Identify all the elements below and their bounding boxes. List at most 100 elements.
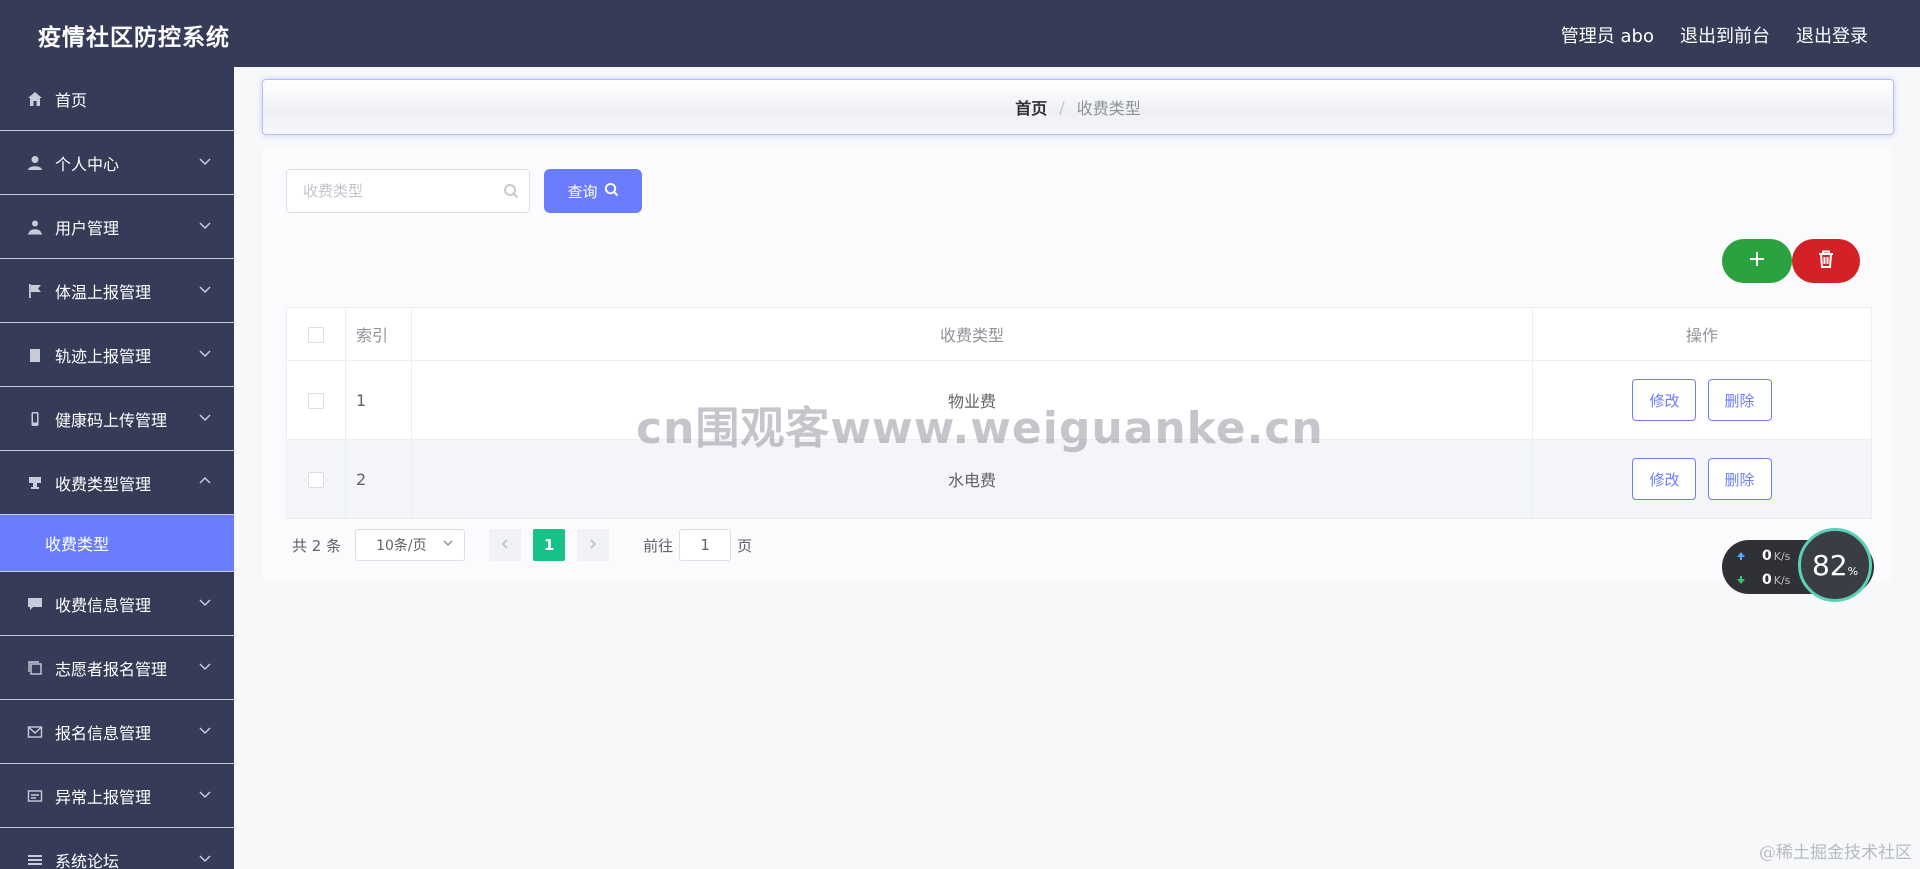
sidebar-item-volunteer[interactable]: 志愿者报名管理 xyxy=(0,636,234,700)
select-all-checkbox[interactable] xyxy=(308,327,324,343)
gauge-unit: % xyxy=(1847,564,1859,578)
sidebar: 首页 个人中心 用户管理 体温上报管理 轨迹上报管理 健康码上传管理 收费类型管… xyxy=(0,67,234,869)
sidebar-item-registration-info[interactable]: 报名信息管理 xyxy=(0,700,234,764)
chevron-down-icon xyxy=(198,594,212,608)
chevron-down-icon xyxy=(198,786,212,800)
batch-delete-button[interactable] xyxy=(1792,239,1860,283)
download-speed: 0 K/s xyxy=(1736,572,1790,588)
home-icon xyxy=(27,91,43,107)
sidebar-item-fee-info[interactable]: 收费信息管理 xyxy=(0,572,234,636)
sidebar-item-label: 轨迹上报管理 xyxy=(55,346,152,366)
chevron-down-icon xyxy=(198,153,212,167)
breadcrumb-home[interactable]: 首页 xyxy=(1015,95,1047,119)
sidebar-item-label: 异常上报管理 xyxy=(55,787,152,807)
query-button[interactable]: 查询 xyxy=(544,169,642,213)
main-content: 首页 / 收费类型 查询 索引 收费类型 操作 xyxy=(234,67,1920,869)
chevron-down-icon xyxy=(198,658,212,672)
sidebar-item-user-management[interactable]: 用户管理 xyxy=(0,195,234,259)
table-row: 1 物业费 修改 删除 xyxy=(286,360,1872,440)
admin-user-link[interactable]: 管理员 abo xyxy=(1561,22,1654,48)
sidebar-item-temperature-report[interactable]: 体温上报管理 xyxy=(0,259,234,323)
pagination-total: 共 2 条 xyxy=(292,536,342,555)
row-actions: 修改 删除 xyxy=(1532,439,1872,519)
top-links: 管理员 abo 退出到前台 退出登录 xyxy=(1561,22,1868,48)
row-actions: 修改 删除 xyxy=(1532,360,1872,440)
message-icon xyxy=(27,596,43,612)
sidebar-item-label: 收费类型管理 xyxy=(55,474,152,494)
search-input[interactable] xyxy=(287,170,495,212)
fee-type-table: 索引 收费类型 操作 1 物业费 修改 删除 2 水电费 修改 删除 xyxy=(286,307,1872,519)
gauge-value: 82 xyxy=(1811,548,1848,582)
page-number-current[interactable]: 1 xyxy=(533,529,566,561)
delete-button[interactable]: 删除 xyxy=(1707,379,1772,421)
breadcrumb-current: 收费类型 xyxy=(1076,99,1141,118)
app-title: 疫情社区防控系统 xyxy=(38,25,230,51)
mail-icon xyxy=(27,724,43,740)
logout-link[interactable]: 退出登录 xyxy=(1796,22,1868,48)
top-header: 疫情社区防控系统 管理员 abo 退出到前台 退出登录 xyxy=(0,0,1920,67)
arrow-down-icon xyxy=(1736,575,1746,585)
sidebar-item-label: 系统论坛 xyxy=(55,851,120,869)
breadcrumb-separator: / xyxy=(1059,97,1065,117)
exit-to-frontend-link[interactable]: 退出到前台 xyxy=(1680,22,1770,48)
chevron-down-icon xyxy=(442,537,454,553)
goto-page-input[interactable]: 1 xyxy=(679,529,732,561)
sidebar-item-abnormal-report[interactable]: 异常上报管理 xyxy=(0,764,234,828)
sidebar-item-label: 健康码上传管理 xyxy=(55,410,168,430)
chevron-down-icon xyxy=(198,722,212,736)
row-check-cell xyxy=(286,360,346,440)
plus-icon xyxy=(1748,250,1766,272)
row-check-cell xyxy=(286,439,346,519)
chevron-down-icon xyxy=(198,217,212,231)
trash-icon xyxy=(1818,250,1834,272)
header-index: 索引 xyxy=(345,307,412,361)
edit-button[interactable]: 修改 xyxy=(1632,458,1697,500)
chevron-right-icon xyxy=(587,536,599,554)
breadcrumb: 首页 / 收费类型 xyxy=(262,79,1894,135)
search-icon xyxy=(604,182,619,201)
upload-speed: 0 K/s xyxy=(1736,548,1790,564)
sidebar-item-health-code[interactable]: 健康码上传管理 xyxy=(0,387,234,451)
sidebar-item-label: 收费信息管理 xyxy=(55,595,152,615)
usage-gauge[interactable]: 82 % xyxy=(1798,528,1872,602)
sidebar-item-label: 用户管理 xyxy=(55,218,120,238)
download-speed-unit: K/s xyxy=(1773,573,1791,587)
next-page-button[interactable] xyxy=(577,529,610,561)
page-unit-label: 页 xyxy=(737,536,753,555)
upload-speed-unit: K/s xyxy=(1773,549,1791,563)
delete-button[interactable]: 删除 xyxy=(1707,458,1772,500)
chevron-down-icon xyxy=(198,345,212,359)
pagination: 共 2 条 10条/页 1 前往 1 页 xyxy=(286,528,752,562)
sidebar-item-fee-type-management[interactable]: 收费类型管理 xyxy=(0,451,234,515)
row-checkbox[interactable] xyxy=(308,393,324,409)
table-header-row: 索引 收费类型 操作 xyxy=(286,307,1872,361)
sidebar-item-label: 报名信息管理 xyxy=(55,723,152,743)
sidebar-item-forum[interactable]: 系统论坛 xyxy=(0,828,234,869)
sidebar-item-personal-center[interactable]: 个人中心 xyxy=(0,131,234,195)
sidebar-item-label: 志愿者报名管理 xyxy=(55,659,168,679)
goto-label: 前往 xyxy=(643,536,674,555)
add-button[interactable] xyxy=(1722,239,1792,283)
phone-icon xyxy=(27,411,43,427)
content-panel: 查询 索引 收费类型 操作 1 物业费 xyxy=(262,147,1892,581)
row-checkbox[interactable] xyxy=(308,472,324,488)
chevron-up-icon xyxy=(198,473,212,487)
page-size-select[interactable]: 10条/页 xyxy=(355,529,466,561)
chevron-down-icon xyxy=(198,850,212,864)
row-fee-type: 水电费 xyxy=(411,439,1533,519)
arrow-up-icon xyxy=(1736,551,1746,561)
page-size-value: 10条/页 xyxy=(376,538,427,554)
edit-button[interactable]: 修改 xyxy=(1632,379,1697,421)
sidebar-item-home[interactable]: 首页 xyxy=(0,67,234,131)
table-row: 2 水电费 修改 删除 xyxy=(286,439,1872,519)
sidebar-item-track-report[interactable]: 轨迹上报管理 xyxy=(0,323,234,387)
sidebar-item-label: 体温上报管理 xyxy=(55,282,152,302)
row-fee-type: 物业费 xyxy=(411,360,1533,440)
sidebar-subitem-fee-type[interactable]: 收费类型 xyxy=(0,515,234,572)
sidebar-item-label: 个人中心 xyxy=(55,154,120,174)
chevron-down-icon xyxy=(198,409,212,423)
user-manage-icon xyxy=(27,219,43,235)
list-icon xyxy=(27,852,43,868)
download-speed-value: 0 xyxy=(1762,572,1772,588)
prev-page-button[interactable] xyxy=(489,529,522,561)
